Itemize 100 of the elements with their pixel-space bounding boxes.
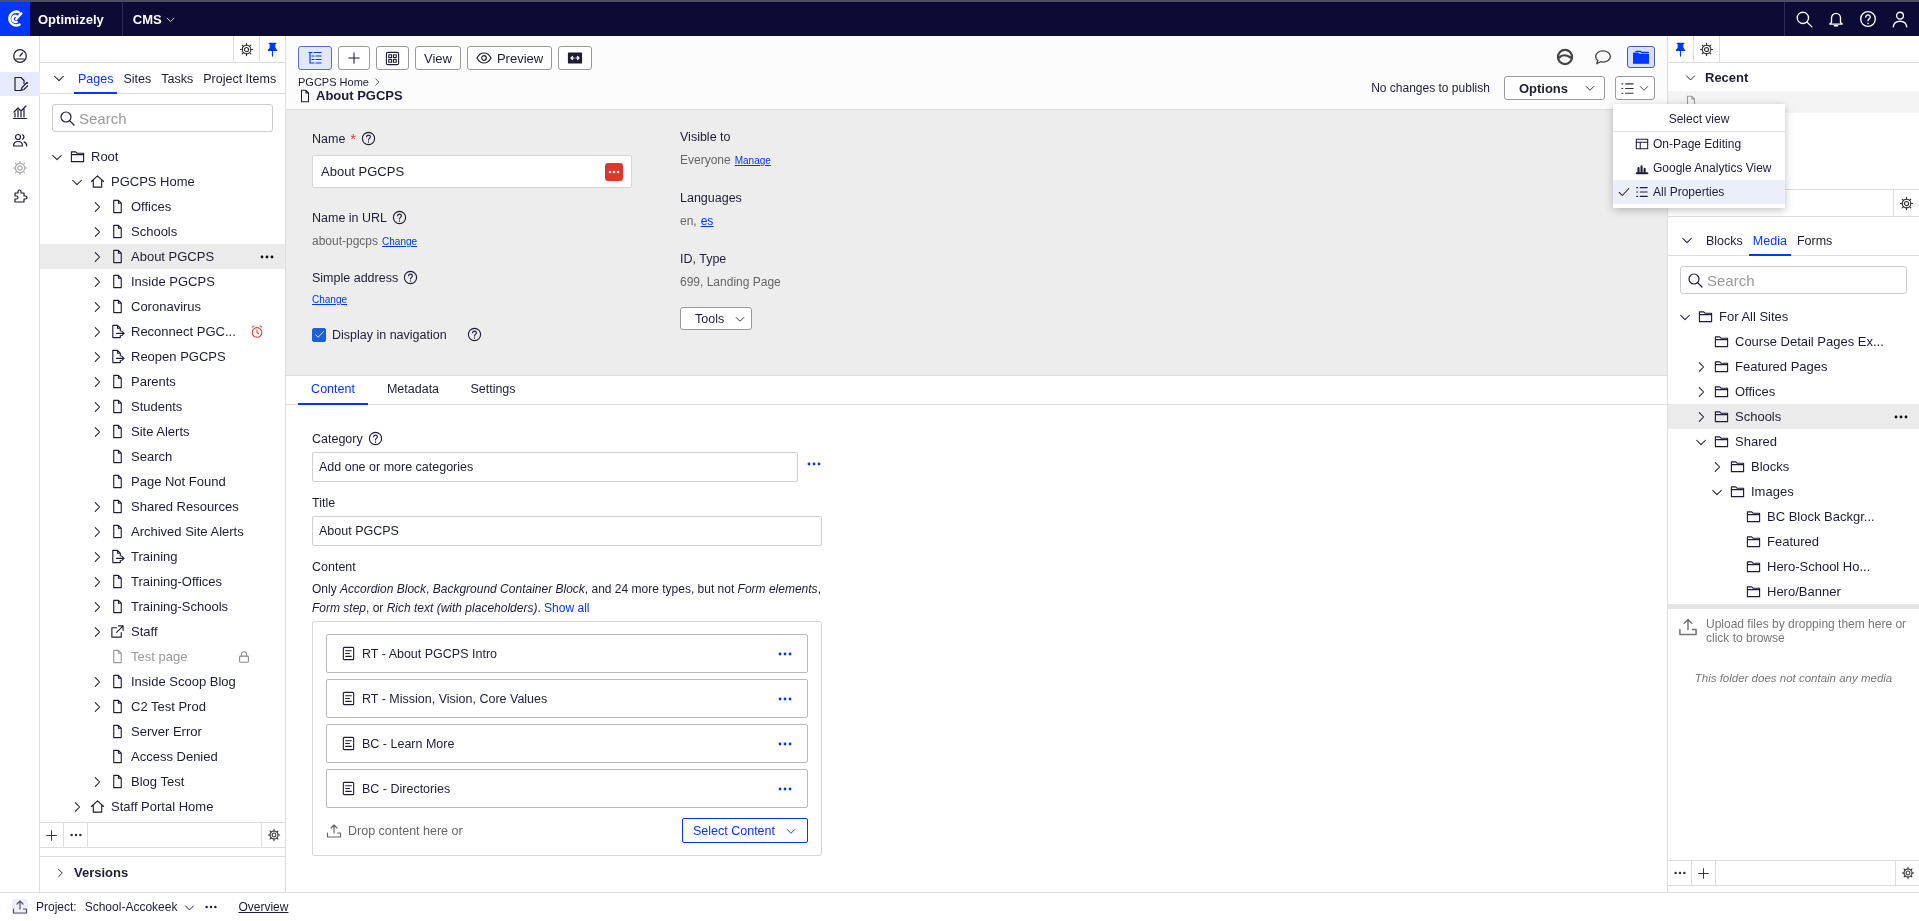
view-tool-button[interactable] [1627,46,1655,68]
structure-button[interactable] [376,46,409,70]
tree-item[interactable]: For All Sites [1668,304,1919,329]
page-icon [110,449,125,464]
project-select[interactable]: School-Accokeek [84,900,197,914]
page-icon [110,474,125,489]
tree-item[interactable]: Hero-School Ho... [1668,554,1919,579]
pane-tab[interactable]: Sites [119,66,156,94]
pane-tab[interactable]: Pages [74,66,118,94]
tree-item[interactable]: Access Denied [40,744,285,769]
editor-tab[interactable]: Settings [458,382,528,405]
tree-item[interactable]: Reopen PGCPS [40,344,285,369]
tree-item[interactable]: Shared [1668,429,1919,454]
language-link[interactable]: es [700,214,714,228]
editor-tab[interactable]: Metadata [378,382,448,405]
view-select-button[interactable] [1615,76,1655,100]
show-all-link[interactable]: Show all [544,600,590,615]
help-icon [361,131,377,146]
content-block-item[interactable]: BC - Directories [326,769,808,809]
content-block-item[interactable]: RT - Mission, Vision, Core Values [326,679,808,719]
change-link[interactable]: Change [312,294,348,305]
page-tree-toggle-button[interactable] [298,46,332,70]
tree-item[interactable]: Archived Site Alerts [40,519,285,544]
pane-tab[interactable]: Blocks [1702,228,1747,256]
tree-item[interactable]: Featured Pages [1668,354,1919,379]
tree-item[interactable]: Inside Scoop Blog [40,669,285,694]
page-icon [110,599,125,614]
search-field[interactable]: Search [52,104,273,132]
tree-item[interactable]: Training-Offices [40,569,285,594]
content-block-item[interactable]: BC - Learn More [326,724,808,764]
page-icon [110,699,125,714]
bell-icon[interactable] [1827,10,1845,28]
tree-item[interactable]: Reconnect PGC... [40,319,285,344]
view-button[interactable]: View [415,46,461,70]
tree-item[interactable]: PGCPS Home [40,169,285,194]
menu-item[interactable]: All Properties [1613,180,1785,204]
editor-tab[interactable]: Content [298,382,368,405]
publish-status: No changes to publish [1371,81,1490,95]
app-menu[interactable]: CMS [122,11,186,27]
folder-icon [1714,409,1729,424]
preview-button[interactable]: Preview [466,46,553,70]
tree-item[interactable]: Server Error [40,719,285,744]
overview-link[interactable]: Overview [238,900,289,914]
comment-icon [1594,48,1612,66]
tree-item[interactable]: Coronavirus [40,294,285,319]
settings-icon [266,828,281,842]
tools-button[interactable]: Tools [680,307,752,330]
options-button[interactable]: Options [1503,76,1605,100]
pane-tab[interactable]: Tasks [157,66,198,94]
pane-tab[interactable]: Project Items [199,66,281,94]
tree-item[interactable]: Hero/Banner [1668,579,1919,604]
tree-item[interactable]: Course Detail Pages Ex... [1668,329,1919,354]
tree-item[interactable]: Page Not Found [40,469,285,494]
tree-item[interactable]: Featured [1668,529,1919,554]
page-icon [110,224,125,239]
tree-item[interactable]: Students [40,394,285,419]
help-icon [392,210,408,225]
name-field[interactable]: About PGCPS [312,155,632,188]
title-field[interactable]: About PGCPS [312,516,822,546]
pane-tab[interactable]: Media [1748,228,1791,256]
tree-item[interactable]: Offices [40,194,285,219]
tree-item[interactable]: BC Block Backgr... [1668,504,1919,529]
breadcrumb-link[interactable]: PGCPS Home [298,76,369,88]
tree-item[interactable]: Site Alerts [40,419,285,444]
compare-button[interactable] [558,46,593,70]
tree-item[interactable]: Shared Resources [40,494,285,519]
tree-item[interactable]: Schools [40,219,285,244]
change-link[interactable]: Change [382,236,418,247]
tree-item[interactable]: Staff Portal Home [40,794,285,819]
tree-item[interactable]: Training-Schools [40,594,285,619]
tree-item[interactable]: Blocks [1668,454,1919,479]
search-input[interactable]: Search [1707,268,1900,292]
rail-button[interactable] [0,72,40,96]
checkbox[interactable] [312,327,326,342]
menu-item[interactable]: On-Page Editing [1613,132,1785,156]
search-input[interactable]: Search [79,106,266,130]
tree-item[interactable]: Images [1668,479,1919,504]
content-block-item[interactable]: RT - About PGCPS Intro [326,634,808,674]
tree-item[interactable]: Staff [40,619,285,644]
search-field[interactable]: Search [1680,266,1907,294]
pane-tab[interactable]: Forms [1792,228,1837,256]
search-icon[interactable] [1795,10,1813,28]
menu-item[interactable]: Google Analytics View [1613,156,1785,180]
tree-item[interactable]: Inside PGCPS [40,269,285,294]
tree-item[interactable]: Training [40,544,285,569]
tree-item[interactable]: Blog Test [40,769,285,794]
tree-item[interactable]: Schools [1668,404,1919,429]
category-field[interactable]: Add one or more categories [312,452,798,482]
tree-item[interactable]: C2 Test Prod [40,694,285,719]
page-icon [110,574,125,589]
help-icon[interactable] [1859,10,1877,28]
tree-item[interactable]: Root [40,144,285,169]
tree-item[interactable]: Search [40,444,285,469]
user-icon[interactable] [1891,10,1909,28]
manage-link[interactable]: Manage [734,155,771,166]
home-icon [90,799,105,814]
tree-item[interactable]: About PGCPS [40,244,285,269]
tree-item[interactable]: Parents [40,369,285,394]
tree-item[interactable]: Offices [1668,379,1919,404]
select-content-button[interactable]: Select Content [682,818,808,844]
